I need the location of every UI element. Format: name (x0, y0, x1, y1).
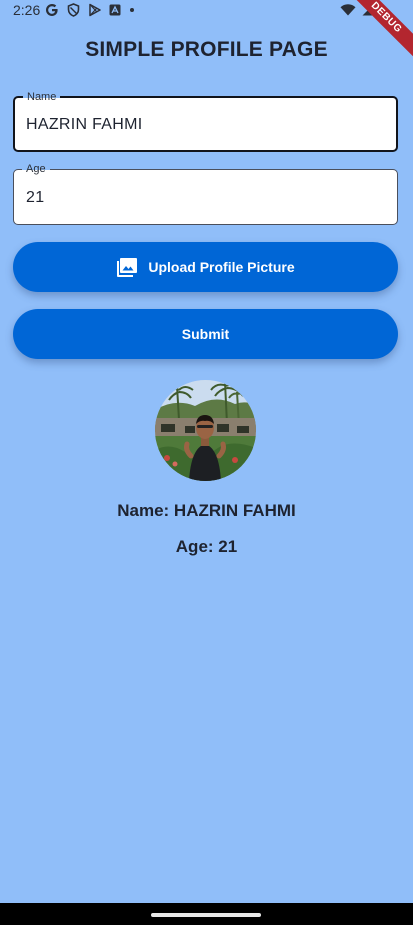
age-field-label: Age (22, 162, 50, 176)
status-icons-left (45, 3, 135, 17)
name-field[interactable]: Name HAZRIN FAHMI (13, 90, 398, 152)
status-time: 2:26 (13, 2, 41, 18)
age-field-value[interactable]: 21 (26, 189, 44, 207)
age-field[interactable]: Age 21 (13, 162, 398, 225)
status-bar: 2:26 (0, 0, 413, 22)
page-title: SIMPLE PROFILE PAGE (85, 38, 328, 61)
profile-photo (155, 380, 256, 481)
dot-icon (130, 8, 134, 12)
app-icon (109, 4, 121, 16)
profile-name-text: Name: HAZRIN FAHMI (117, 501, 296, 520)
name-field-value[interactable]: HAZRIN FAHMI (26, 116, 143, 134)
submit-button-label: Submit (181, 326, 230, 342)
photo-library-icon (117, 258, 138, 277)
play-store-icon (89, 3, 101, 17)
navigation-bar (0, 903, 413, 925)
submit-button[interactable]: Submit (13, 309, 398, 359)
name-field-label: Name (23, 90, 61, 104)
google-icon (46, 4, 58, 16)
profile-age-text: Age: 21 (175, 537, 238, 556)
avatar (155, 380, 256, 481)
upload-profile-picture-button[interactable]: Upload Profile Picture (13, 242, 398, 292)
upload-button-label: Upload Profile Picture (148, 259, 295, 275)
home-indicator[interactable] (151, 913, 261, 917)
wifi-icon (340, 4, 356, 16)
shield-icon (67, 3, 80, 17)
